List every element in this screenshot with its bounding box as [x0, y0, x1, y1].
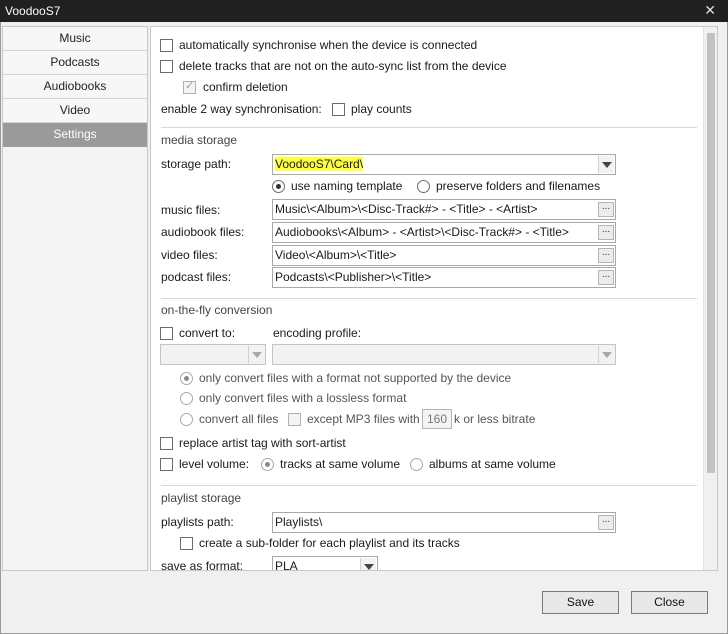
- sidebar: Music Podcasts Audiobooks Video Settings: [2, 26, 148, 571]
- replace-artist-label: replace artist tag with sort-artist: [179, 436, 346, 450]
- sidebar-item-video[interactable]: Video: [3, 99, 147, 123]
- browse-button[interactable]: ...: [598, 270, 614, 285]
- convert-lossless-label: only convert files with a lossless forma…: [199, 391, 407, 405]
- delete-tracks-label: delete tracks that are not on the auto-s…: [179, 59, 507, 73]
- title-bar: VoodooS7 ✕: [0, 0, 728, 22]
- divider: [161, 485, 697, 486]
- replace-artist-checkbox[interactable]: [160, 437, 173, 450]
- tracks-same-volume-label: tracks at same volume: [280, 457, 401, 471]
- sidebar-item-audiobooks[interactable]: Audiobooks: [3, 75, 147, 99]
- convert-to-label: convert to:: [179, 326, 236, 340]
- subfolder-label: create a sub-folder for each playlist an…: [199, 536, 460, 550]
- confirm-deletion-label: confirm deletion: [203, 80, 288, 94]
- close-button[interactable]: Close: [631, 591, 708, 614]
- browse-button[interactable]: ...: [598, 248, 614, 263]
- storage-path-label: storage path:: [161, 157, 232, 171]
- convert-unsupported-radio[interactable]: [180, 372, 193, 385]
- chevron-down-icon[interactable]: [598, 156, 614, 173]
- albums-same-volume-radio[interactable]: [410, 458, 423, 471]
- save-format-label: save as format:: [161, 559, 244, 571]
- except-mp3-checkbox[interactable]: [288, 413, 301, 426]
- storage-path-dropdown[interactable]: VoodooS7\Card\: [272, 154, 616, 175]
- preserve-folders-radio[interactable]: [417, 180, 430, 193]
- checkmark-icon: ✓: [185, 80, 195, 92]
- scrollbar-thumb[interactable]: [707, 33, 715, 473]
- podcast-files-input[interactable]: Podcasts\<Publisher>\<Title> ...: [272, 267, 616, 288]
- save-format-dropdown[interactable]: PLA: [272, 556, 378, 571]
- convert-lossless-radio[interactable]: [180, 392, 193, 405]
- divider: [161, 127, 697, 128]
- confirm-deletion-checkbox[interactable]: ✓: [183, 80, 196, 94]
- convert-all-radio[interactable]: [180, 413, 193, 426]
- video-files-label: video files:: [161, 248, 218, 262]
- albums-same-volume-label: albums at same volume: [429, 457, 556, 471]
- auto-sync-label: automatically synchronise when the devic…: [179, 38, 478, 52]
- podcast-files-label: podcast files:: [161, 270, 232, 284]
- close-window-icon[interactable]: ✕: [704, 2, 716, 19]
- subfolder-checkbox[interactable]: [180, 537, 193, 550]
- play-counts-checkbox[interactable]: [332, 103, 345, 116]
- naming-template-radio[interactable]: [272, 180, 285, 193]
- playlist-storage-heading: playlist storage: [161, 491, 242, 505]
- convert-to-dropdown[interactable]: [160, 344, 266, 365]
- browse-button[interactable]: ...: [598, 202, 614, 217]
- video-files-input[interactable]: Video\<Album>\<Title> ...: [272, 245, 616, 266]
- convert-all-label: convert all files: [199, 412, 279, 426]
- divider: [161, 298, 697, 299]
- play-counts-label: play counts: [351, 102, 412, 116]
- level-volume-label: level volume:: [179, 457, 250, 471]
- auto-sync-checkbox[interactable]: [160, 39, 173, 52]
- storage-path-value: VoodooS7\Card\: [275, 157, 364, 171]
- browse-button[interactable]: ...: [598, 515, 614, 530]
- except-mp3-label: except MP3 files with: [307, 412, 420, 426]
- audiobook-files-value: Audiobooks\<Album> - <Artist>\<Disc-Trac…: [275, 225, 569, 239]
- music-files-label: music files:: [161, 203, 221, 217]
- preserve-folders-label: preserve folders and filenames: [436, 179, 601, 193]
- settings-panel: automatically synchronise when the devic…: [150, 26, 718, 571]
- level-volume-checkbox[interactable]: [160, 458, 173, 471]
- window-title: VoodooS7: [5, 4, 61, 18]
- naming-template-label: use naming template: [291, 179, 403, 193]
- playlists-path-input[interactable]: Playlists\ ...: [272, 512, 616, 533]
- media-storage-heading: media storage: [161, 133, 238, 147]
- podcast-files-value: Podcasts\<Publisher>\<Title>: [275, 270, 432, 284]
- audiobook-files-label: audiobook files:: [161, 225, 245, 239]
- convert-unsupported-label: only convert files with a format not sup…: [199, 371, 512, 385]
- video-files-value: Video\<Album>\<Title>: [275, 248, 397, 262]
- chevron-down-icon[interactable]: [248, 346, 264, 363]
- sidebar-item-settings[interactable]: Settings: [3, 123, 147, 147]
- save-format-value: PLA: [275, 559, 298, 571]
- sidebar-item-music[interactable]: Music: [3, 27, 147, 51]
- chevron-down-icon[interactable]: [360, 558, 376, 570]
- chevron-down-icon[interactable]: [598, 346, 614, 363]
- conversion-heading: on-the-fly conversion: [161, 303, 273, 317]
- playlists-path-value: Playlists\: [275, 515, 323, 529]
- sidebar-item-podcasts[interactable]: Podcasts: [3, 51, 147, 75]
- vertical-scrollbar[interactable]: [703, 27, 717, 570]
- browse-button[interactable]: ...: [598, 225, 614, 240]
- music-files-value: Music\<Album>\<Disc-Track#> - <Title> - …: [275, 202, 538, 216]
- encoding-profile-dropdown[interactable]: [272, 344, 616, 365]
- tracks-same-volume-radio[interactable]: [261, 458, 274, 471]
- music-files-input[interactable]: Music\<Album>\<Disc-Track#> - <Title> - …: [272, 199, 616, 220]
- delete-tracks-checkbox[interactable]: [160, 60, 173, 73]
- bitrate-suffix-label: k or less bitrate: [454, 412, 536, 426]
- two-way-sync-label: enable 2 way synchronisation:: [161, 102, 322, 116]
- convert-to-checkbox[interactable]: [160, 327, 173, 340]
- audiobook-files-input[interactable]: Audiobooks\<Album> - <Artist>\<Disc-Trac…: [272, 222, 616, 243]
- encoding-profile-label: encoding profile:: [273, 326, 362, 340]
- playlists-path-label: playlists path:: [161, 515, 234, 529]
- bitrate-input[interactable]: 160: [422, 409, 452, 429]
- save-button[interactable]: Save: [542, 591, 619, 614]
